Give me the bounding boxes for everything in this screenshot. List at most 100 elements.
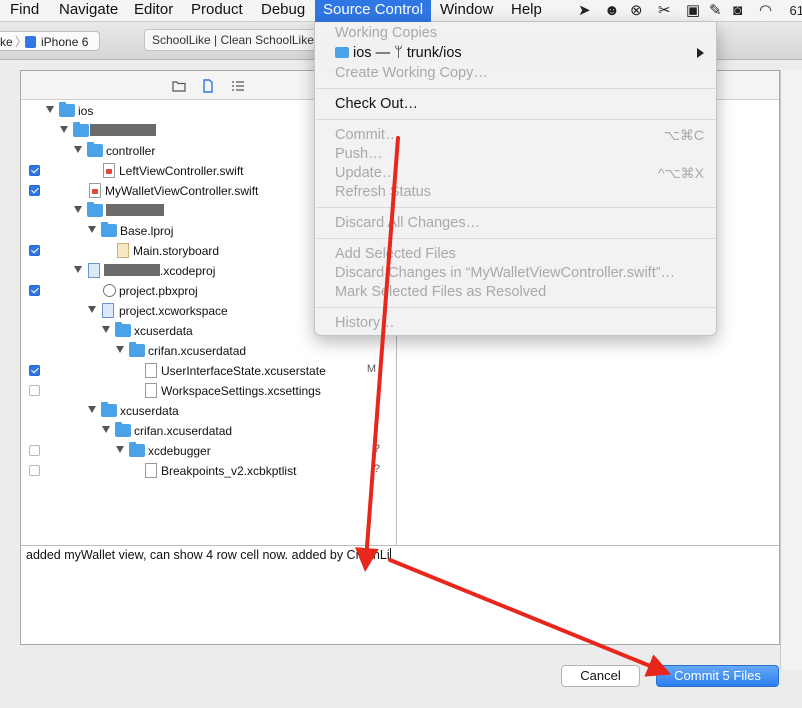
folder-icon <box>87 142 103 157</box>
storyboard-file-icon <box>117 243 129 258</box>
commit-message-value: added myWallet view, can show 4 row cell… <box>26 548 390 562</box>
file-name: project.xcworkspace <box>119 304 228 318</box>
file-view-icon[interactable] <box>201 79 215 93</box>
evernote-icon[interactable]: ✎ <box>709 3 722 19</box>
activity-viewer: SchoolLike | Clean SchoolLike <box>144 29 324 51</box>
menu-navigate[interactable]: Navigate <box>51 0 126 22</box>
menu-item-discard-changes-in[interactable]: Discard Changes in “MyWalletViewControll… <box>335 264 675 282</box>
disclosure-triangle-icon[interactable] <box>102 326 110 333</box>
working-copy-name: ios — <box>353 45 395 61</box>
redacted-name <box>90 124 156 136</box>
redacted-name <box>104 264 160 276</box>
menu-editor[interactable]: Editor <box>126 0 181 22</box>
folder-icon <box>115 322 131 337</box>
text-caret <box>389 548 391 561</box>
branch-icon: ᛘ <box>394 45 403 61</box>
menu-item-add-selected[interactable]: Add Selected Files <box>335 245 456 263</box>
menu-bar: Find Navigate Editor Product Debug Sourc… <box>0 0 802 22</box>
qq-icon[interactable]: ☻ <box>604 3 620 19</box>
disclosure-triangle-icon[interactable] <box>88 226 96 233</box>
working-copy-branch: trunk/ios <box>406 45 462 61</box>
list-view-icon[interactable] <box>231 79 245 93</box>
workspace-icon <box>102 303 114 318</box>
tree-row[interactable]: WorkspaceSettings.xcsettings <box>22 381 396 401</box>
include-checkbox[interactable] <box>29 165 40 176</box>
scissors-icon[interactable]: ✂ <box>658 3 671 19</box>
scheme-selector[interactable]: ke 〉 iPhone 6 <box>0 31 100 51</box>
menu-item-refresh-status[interactable]: Refresh Status <box>335 183 431 201</box>
menu-product[interactable]: Product <box>183 0 251 22</box>
tree-row[interactable]: xcuserdata <box>22 401 396 421</box>
battery-percent: 61 <box>789 3 802 18</box>
swift-file-icon <box>103 163 115 178</box>
folder-icon <box>101 222 117 237</box>
menu-separator <box>316 119 717 120</box>
background-editor-strip <box>780 70 802 670</box>
cancel-button[interactable]: Cancel <box>561 665 640 687</box>
folder-icon <box>101 402 117 417</box>
working-copy-folder-icon <box>335 47 349 58</box>
send-icon[interactable]: ➤ <box>578 3 591 19</box>
commit-message-text: added myWallet view, can show 4 row cell… <box>26 547 391 563</box>
menu-source-control[interactable]: Source Control <box>315 0 432 22</box>
include-checkbox[interactable] <box>29 465 40 476</box>
include-checkbox[interactable] <box>29 245 40 256</box>
menu-item-create-working-copy[interactable]: Create Working Copy… <box>335 64 488 82</box>
menu-item-push[interactable]: Push… <box>335 145 383 163</box>
menu-help[interactable]: Help <box>503 0 550 22</box>
tree-row[interactable]: crifan.xcuserdatad <box>22 341 396 361</box>
folder-icon <box>129 442 145 457</box>
disclosure-triangle-icon[interactable] <box>74 266 82 273</box>
file-icon <box>145 363 157 378</box>
tree-row[interactable]: UserInterfaceState.xcuserstate M <box>22 361 396 381</box>
menu-find[interactable]: Find <box>2 0 47 22</box>
include-checkbox[interactable] <box>29 365 40 376</box>
disclosure-triangle-icon[interactable] <box>46 106 54 113</box>
menu-item-mark-resolved[interactable]: Mark Selected Files as Resolved <box>335 283 546 301</box>
menu-item-commit[interactable]: Commit… <box>335 126 399 144</box>
device-icon <box>25 36 36 48</box>
disclosure-triangle-icon[interactable] <box>74 146 82 153</box>
folder-icon <box>87 202 103 217</box>
disclosure-triangle-icon[interactable] <box>102 426 110 433</box>
menu-item-working-copy-ios[interactable]: ios — ᛘ trunk/ios <box>335 44 462 62</box>
disclosure-triangle-icon[interactable] <box>60 126 68 133</box>
include-checkbox[interactable] <box>29 285 40 296</box>
folder-view-icon[interactable] <box>172 79 186 93</box>
menu-header-working-copies: Working Copies <box>335 25 438 41</box>
include-checkbox[interactable] <box>29 385 40 396</box>
menu-item-discard-all[interactable]: Discard All Changes… <box>335 214 480 232</box>
commit-message-field[interactable]: added myWallet view, can show 4 row cell… <box>21 545 779 644</box>
menu-separator <box>316 307 717 308</box>
source-control-menu: Working Copies ios — ᛘ trunk/ios Create … <box>314 22 717 336</box>
no-entry-icon[interactable]: ⊗ <box>630 3 643 19</box>
menu-window[interactable]: Window <box>432 0 501 22</box>
menu-item-update[interactable]: Update… <box>335 164 396 182</box>
menu-separator <box>316 207 717 208</box>
menu-item-check-out[interactable]: Check Out… <box>335 95 418 113</box>
disclosure-triangle-icon[interactable] <box>116 346 124 353</box>
tree-row[interactable]: Breakpoints_v2.xcbkptlist ? <box>22 461 396 481</box>
clipboard-icon[interactable]: ◙ <box>733 3 742 19</box>
file-name: LeftViewController.swift <box>119 164 244 178</box>
commit-files-button[interactable]: Commit 5 Files <box>656 665 779 687</box>
file-name: .xcodeproj <box>160 264 216 278</box>
swift-file-icon <box>89 183 101 198</box>
include-checkbox[interactable] <box>29 445 40 456</box>
file-name: crifan.xcuserdatad <box>148 344 247 358</box>
disclosure-triangle-icon[interactable] <box>88 406 96 413</box>
file-name: project.pbxproj <box>119 284 198 298</box>
disclosure-triangle-icon[interactable] <box>116 446 124 453</box>
disclosure-triangle-icon[interactable] <box>74 206 82 213</box>
menu-item-history[interactable]: History… <box>335 314 395 332</box>
file-name: xcuserdata <box>120 404 179 418</box>
note-icon[interactable]: ▣ <box>686 3 700 19</box>
folder-icon <box>129 342 145 357</box>
wifi-icon[interactable]: ◠ <box>759 3 772 19</box>
file-name: UserInterfaceState.xcuserstate <box>161 364 326 378</box>
tree-row[interactable]: crifan.xcuserdatad <box>22 421 396 441</box>
tree-row[interactable]: xcdebugger ? <box>22 441 396 461</box>
include-checkbox[interactable] <box>29 185 40 196</box>
menu-debug[interactable]: Debug <box>253 0 313 22</box>
disclosure-triangle-icon[interactable] <box>88 306 96 313</box>
